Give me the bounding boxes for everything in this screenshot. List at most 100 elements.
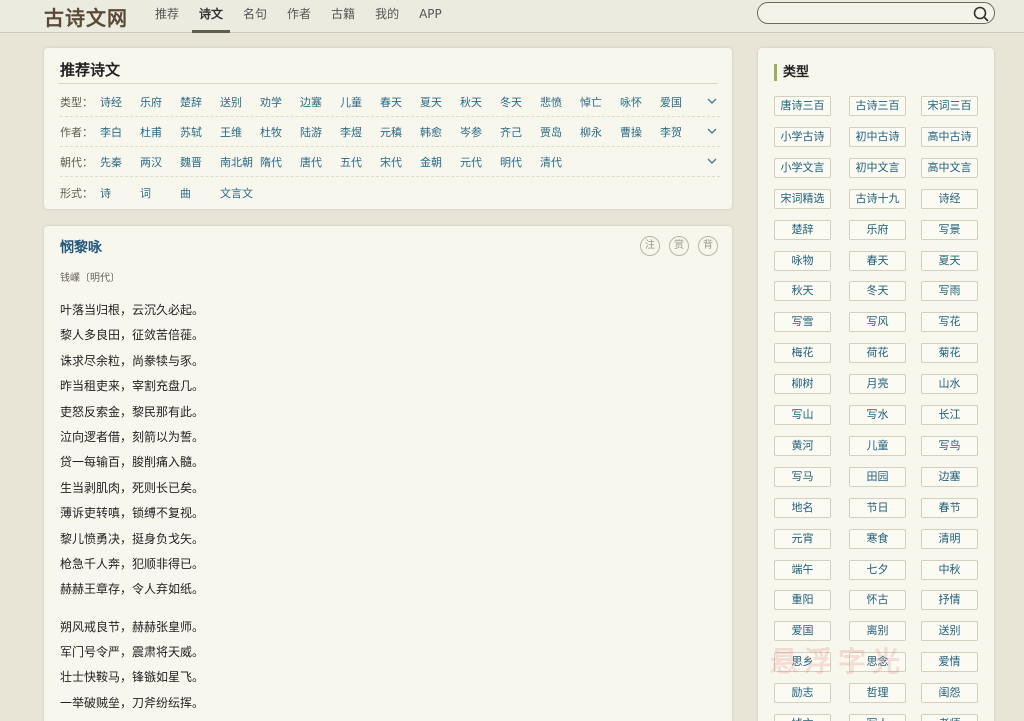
type-tag[interactable]: 春天: [849, 250, 906, 271]
filter-link[interactable]: 元代: [460, 154, 482, 170]
type-tag[interactable]: 写马: [774, 466, 831, 487]
filter-link[interactable]: 苏轼: [180, 124, 202, 140]
type-tag[interactable]: 老师: [921, 714, 978, 721]
type-tag[interactable]: 哲理: [849, 683, 906, 704]
type-tag[interactable]: 思念: [849, 652, 906, 673]
filter-link[interactable]: 宋代: [380, 154, 402, 170]
filter-link[interactable]: 曹操: [620, 124, 642, 140]
filter-link[interactable]: 边塞: [300, 94, 322, 110]
type-tag[interactable]: 春节: [921, 497, 978, 518]
type-tag[interactable]: 写人: [849, 714, 906, 721]
type-tag[interactable]: 写水: [849, 405, 906, 425]
type-tag[interactable]: 初中文言: [849, 157, 906, 178]
type-tag[interactable]: 冬天: [849, 281, 906, 302]
filter-link[interactable]: 咏怀: [620, 94, 642, 110]
type-tag[interactable]: 七夕: [849, 559, 906, 580]
nav-item[interactable]: APP: [412, 0, 449, 33]
type-tag[interactable]: 儿童: [849, 435, 906, 456]
type-tag[interactable]: 写景: [921, 219, 978, 240]
type-tag[interactable]: 悼亡: [774, 714, 831, 721]
type-tag[interactable]: 月亮: [849, 374, 906, 395]
type-tag[interactable]: 山水: [921, 374, 978, 395]
filter-link[interactable]: 夏天: [420, 94, 442, 110]
filter-link[interactable]: 词: [140, 185, 151, 201]
type-tag[interactable]: 中秋: [921, 559, 978, 580]
filter-link[interactable]: 李贺: [660, 124, 682, 140]
filter-link[interactable]: 隋代: [260, 154, 282, 170]
type-tag[interactable]: 爱国: [774, 621, 831, 642]
type-tag[interactable]: 闺怨: [921, 683, 978, 704]
filter-link[interactable]: 李煜: [340, 124, 362, 140]
type-tag[interactable]: 乐府: [849, 219, 906, 240]
type-tag[interactable]: 抒情: [921, 590, 978, 611]
type-tag[interactable]: 小学文言: [774, 157, 831, 178]
type-tag[interactable]: 小学古诗: [774, 126, 831, 147]
filter-link[interactable]: 南北朝: [220, 154, 253, 170]
type-tag[interactable]: 柳树: [774, 374, 831, 395]
type-tag[interactable]: 古诗十九: [849, 188, 906, 209]
filter-link[interactable]: 曲: [180, 185, 191, 201]
filter-link[interactable]: 诗: [100, 185, 111, 201]
type-tag[interactable]: 爱情: [921, 652, 978, 673]
filter-link[interactable]: 岑参: [460, 124, 482, 140]
filter-link[interactable]: 贾岛: [540, 124, 562, 140]
filter-link[interactable]: 两汉: [140, 154, 162, 170]
type-tag[interactable]: 写雨: [921, 281, 978, 302]
type-tag[interactable]: 咏物: [774, 250, 831, 271]
type-tag[interactable]: 秋天: [774, 281, 831, 302]
filter-link[interactable]: 唐代: [300, 154, 322, 170]
filter-link[interactable]: 明代: [500, 154, 522, 170]
filter-link[interactable]: 陆游: [300, 124, 322, 140]
appreciation-icon[interactable]: 赏: [669, 236, 689, 256]
filter-link[interactable]: 乐府: [140, 94, 162, 110]
type-tag[interactable]: 田园: [849, 466, 906, 487]
filter-link[interactable]: 元稹: [380, 124, 402, 140]
filter-link[interactable]: 金朝: [420, 154, 442, 170]
poem-author[interactable]: 钱嶫〔明代〕: [60, 269, 120, 284]
type-tag[interactable]: 寒食: [849, 528, 906, 549]
type-tag[interactable]: 楚辞: [774, 219, 831, 240]
type-tag[interactable]: 端午: [774, 559, 831, 580]
type-tag[interactable]: 离别: [849, 621, 906, 642]
nav-item[interactable]: 古籍: [324, 0, 362, 33]
type-tag[interactable]: 节日: [849, 497, 906, 518]
type-tag[interactable]: 梅花: [774, 343, 831, 364]
type-tag[interactable]: 思乡: [774, 652, 831, 673]
type-tag[interactable]: 重阳: [774, 590, 831, 611]
poem-title[interactable]: 悯黎咏: [60, 237, 102, 257]
filter-link[interactable]: 文言文: [220, 185, 253, 201]
filter-link[interactable]: 李白: [100, 124, 122, 140]
filter-link[interactable]: 杜牧: [260, 124, 282, 140]
filter-link[interactable]: 魏晋: [180, 154, 202, 170]
type-tag[interactable]: 清明: [921, 528, 978, 549]
type-tag[interactable]: 地名: [774, 497, 831, 518]
type-tag[interactable]: 边塞: [921, 466, 978, 487]
type-tag[interactable]: 初中古诗: [849, 126, 906, 147]
nav-item[interactable]: 我的: [368, 0, 406, 33]
type-tag[interactable]: 怀古: [849, 590, 906, 611]
annotation-icon[interactable]: 注: [640, 236, 660, 256]
filter-link[interactable]: 悲愤: [540, 94, 562, 110]
nav-item[interactable]: 诗文: [192, 0, 231, 33]
filter-link[interactable]: 先秦: [100, 154, 122, 170]
chevron-down-icon[interactable]: [706, 155, 718, 167]
type-tag[interactable]: 夏天: [921, 250, 978, 271]
type-tag[interactable]: 宋词三百: [921, 96, 978, 116]
type-tag[interactable]: 高中古诗: [921, 126, 978, 147]
type-tag[interactable]: 元宵: [774, 528, 831, 549]
type-tag[interactable]: 写鸟: [921, 435, 978, 456]
type-tag[interactable]: 送别: [921, 621, 978, 642]
type-tag[interactable]: 荷花: [849, 343, 906, 364]
nav-item[interactable]: 名句: [236, 0, 274, 33]
search-input[interactable]: [768, 4, 968, 22]
type-tag[interactable]: 写雪: [774, 312, 831, 333]
filter-link[interactable]: 杜甫: [140, 124, 162, 140]
type-tag[interactable]: 写山: [774, 405, 831, 425]
filter-link[interactable]: 秋天: [460, 94, 482, 110]
filter-link[interactable]: 王维: [220, 124, 242, 140]
type-tag[interactable]: 宋词精选: [774, 188, 831, 209]
filter-link[interactable]: 柳永: [580, 124, 602, 140]
type-tag[interactable]: 黄河: [774, 435, 831, 456]
filter-link[interactable]: 爱国: [660, 94, 682, 110]
type-tag[interactable]: 古诗三百: [849, 96, 906, 116]
